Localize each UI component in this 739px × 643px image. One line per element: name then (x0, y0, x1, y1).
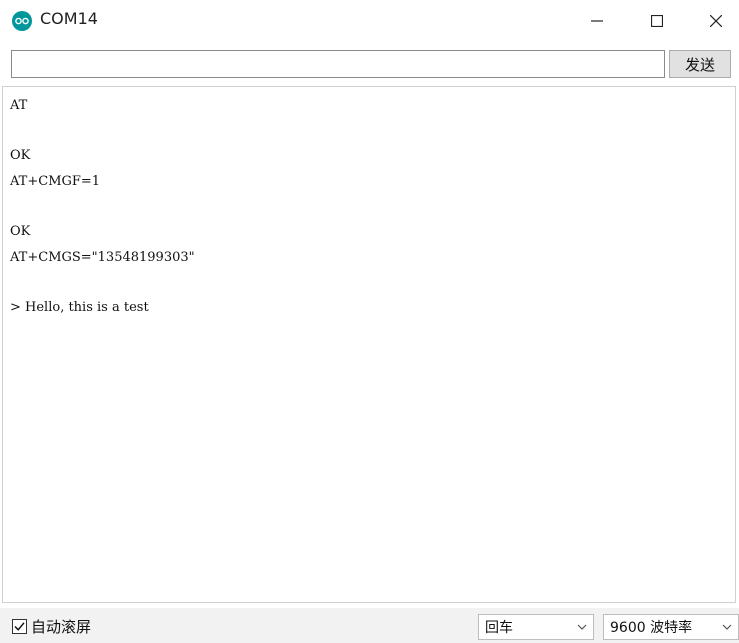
line-ending-value: 回车 (485, 620, 513, 636)
window-title: COM14 (40, 9, 98, 28)
chevron-down-icon (722, 624, 732, 630)
minimize-icon (591, 20, 603, 22)
output-line: AT+CMGF=1 (10, 174, 101, 189)
autoscroll-checkbox[interactable] (12, 619, 27, 634)
command-input[interactable] (11, 50, 665, 78)
baud-rate-select[interactable]: 9600 波特率 (603, 614, 739, 640)
close-icon (710, 15, 722, 27)
autoscroll-label: 自动滚屏 (31, 618, 92, 636)
output-line: OK (10, 148, 31, 163)
baud-rate-value: 9600 波特率 (610, 620, 693, 636)
output-line: AT+CMGS="13548199303" (10, 250, 195, 265)
send-button[interactable]: 发送 (669, 50, 731, 78)
title-bar: COM14 (0, 0, 739, 42)
serial-output[interactable]: AT OK AT+CMGF=1 OK AT+CMGS="13548199303"… (2, 86, 736, 603)
maximize-icon (651, 15, 663, 27)
send-toolbar: 发送 (0, 48, 739, 84)
checkmark-icon (14, 622, 25, 631)
output-line: > Hello, this is a test (10, 300, 149, 315)
output-line: OK (10, 224, 31, 239)
close-button[interactable] (693, 0, 739, 42)
output-line: AT (10, 98, 28, 113)
serial-monitor-window: COM14 发送 AT OK AT+CMGF=1 OK AT+CMGS="135… (0, 0, 739, 643)
maximize-button[interactable] (634, 0, 680, 42)
chevron-down-icon (577, 624, 587, 630)
minimize-button[interactable] (574, 0, 620, 42)
status-bar: 自动滚屏 回车 9600 波特率 (0, 608, 739, 643)
line-ending-select[interactable]: 回车 (478, 614, 594, 640)
arduino-icon (12, 11, 32, 31)
autoscroll-toggle[interactable]: 自动滚屏 (12, 616, 91, 637)
